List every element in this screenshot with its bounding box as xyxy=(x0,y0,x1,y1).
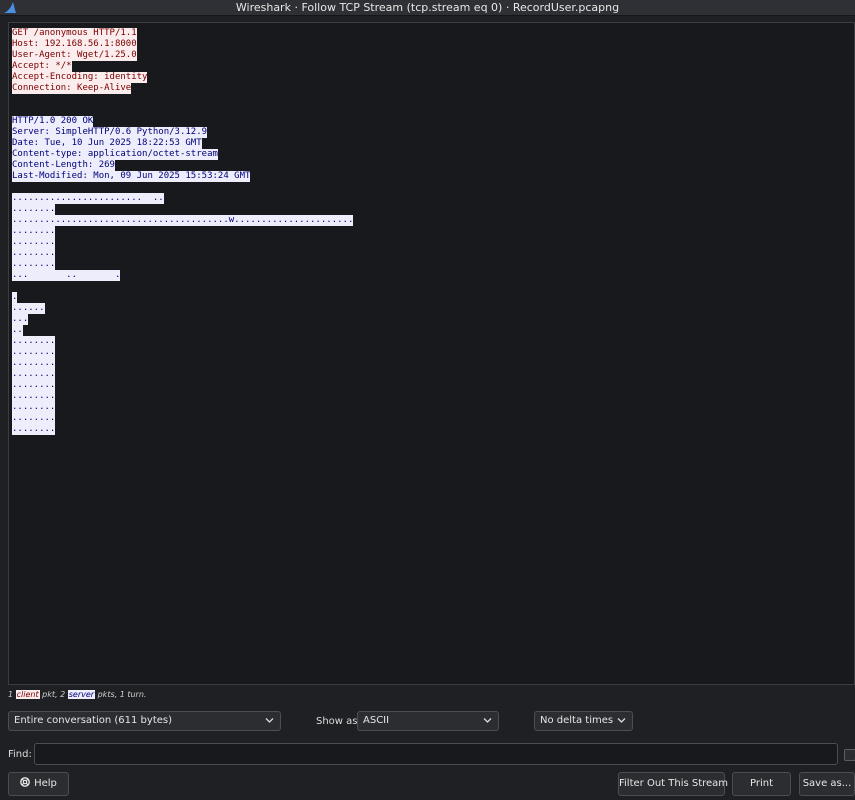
server-line: ........ xyxy=(12,380,56,391)
server-line: ........ xyxy=(12,413,56,424)
stream-summary: 1 client pkt, 2 server pkts, 1 turn. xyxy=(8,690,146,699)
client-line: User-Agent: Wget/1.25.0 xyxy=(12,50,137,61)
summary-middle: pkt, 2 xyxy=(39,690,68,699)
save-as-button[interactable]: Save as... xyxy=(799,772,855,796)
server-line: ........ xyxy=(12,226,56,237)
find-input[interactable] xyxy=(34,743,838,765)
conversation-select-value: Entire conversation (611 bytes) xyxy=(14,715,173,726)
server-line: ........ xyxy=(12,424,56,435)
server-line: HTTP/1.0 200 OK xyxy=(12,116,94,127)
server-line: Date: Tue, 10 Jun 2025 18:22:53 GMT xyxy=(12,138,202,149)
help-icon xyxy=(20,777,30,787)
help-button[interactable]: Help xyxy=(8,772,69,796)
server-line: ...... xyxy=(12,303,45,314)
server-line: ........ xyxy=(12,336,56,347)
delta-times-select[interactable]: No delta times xyxy=(534,711,633,731)
client-line: Accept: */* xyxy=(12,61,72,72)
print-button[interactable]: Print xyxy=(732,772,791,796)
server-tag: server xyxy=(67,690,96,699)
summary-suffix: pkts, 1 turn. xyxy=(95,690,147,699)
find-case-checkbox[interactable] xyxy=(844,749,855,761)
server-line: ........ xyxy=(12,391,56,402)
client-line: GET /anonymous HTTP/1.1 xyxy=(12,28,137,39)
server-line: ........ xyxy=(12,248,56,259)
server-line: ........ xyxy=(12,402,56,413)
server-line: ........ xyxy=(12,358,56,369)
server-line: .. xyxy=(12,325,23,336)
server-body-block: . ...... ... .. ........ ........ ......… xyxy=(12,292,353,435)
title-bar: Wireshark · Follow TCP Stream (tcp.strea… xyxy=(0,0,855,16)
delta-times-select-value: No delta times xyxy=(540,715,614,726)
client-request-block: GET /anonymous HTTP/1.1 Host: 192.168.56… xyxy=(12,28,353,94)
server-line: ... .. . xyxy=(12,270,121,281)
chevron-down-icon xyxy=(483,718,492,723)
chevron-down-icon xyxy=(265,718,274,723)
conversation-select[interactable]: Entire conversation (611 bytes) xyxy=(8,711,281,731)
server-line: ........ xyxy=(12,369,56,380)
client-tag: client xyxy=(15,690,40,699)
client-line: Accept-Encoding: identity xyxy=(12,72,148,83)
chevron-down-icon xyxy=(617,718,626,723)
server-line: . xyxy=(12,292,18,303)
summary-prefix: 1 xyxy=(8,690,16,699)
server-body-block: ........................ .. ........ ...… xyxy=(12,193,354,281)
server-line: Content-Length: 269 xyxy=(12,160,115,171)
client-line: Host: 192.168.56.1:8000 xyxy=(12,39,137,50)
server-response-headers: HTTP/1.0 200 OK Server: SimpleHTTP/0.6 P… xyxy=(12,116,353,182)
window-title: Wireshark · Follow TCP Stream (tcp.strea… xyxy=(235,1,620,14)
server-line: ........ xyxy=(12,259,56,270)
server-line: ... xyxy=(12,314,29,325)
server-line: Last-Modified: Mon, 09 Jun 2025 15:53:24… xyxy=(12,171,251,182)
client-line: Connection: Keep-Alive xyxy=(12,83,132,94)
show-as-label: Show as xyxy=(316,716,358,727)
show-as-select-value: ASCII xyxy=(363,715,390,726)
help-button-label: Help xyxy=(34,778,57,789)
server-line: Content-type: application/octet-stream xyxy=(12,149,218,160)
filter-out-stream-button[interactable]: Filter Out This Stream xyxy=(618,772,728,796)
server-line: ........................ .. xyxy=(12,193,164,204)
stream-content-pane[interactable]: GET /anonymous HTTP/1.1 Host: 192.168.56… xyxy=(8,22,855,685)
server-line: ........................................… xyxy=(12,215,354,226)
server-line: ........ xyxy=(12,204,56,215)
find-label: Find: xyxy=(8,749,32,760)
stream-text: GET /anonymous HTTP/1.1 Host: 192.168.56… xyxy=(12,28,354,435)
server-line: Server: SimpleHTTP/0.6 Python/3.12.9 xyxy=(12,127,208,138)
server-line: ........ xyxy=(12,347,56,358)
show-as-select[interactable]: ASCII xyxy=(357,711,499,731)
server-line: ........ xyxy=(12,237,56,248)
